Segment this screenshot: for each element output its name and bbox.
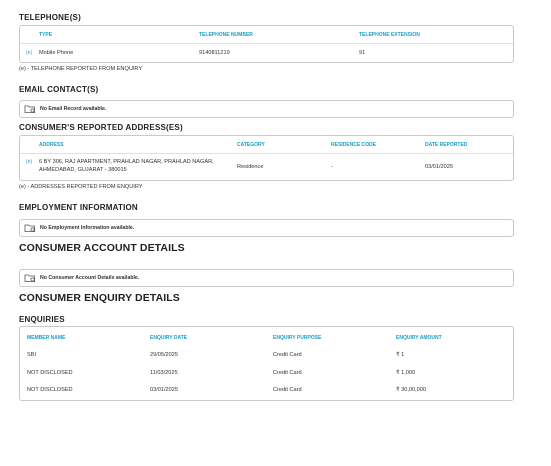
enquiry-amount: ₹ 1 [396, 352, 405, 358]
header-divider [20, 153, 513, 154]
email-empty-card: No Email Record available. [19, 100, 514, 118]
employment-empty-card: No Employment Information available. [19, 219, 514, 237]
addresses-card: ADDRESS CATEGORY RESIDENCE CODE DATE REP… [19, 135, 514, 181]
accounts-title: CONSUMER ACCOUNT DETAILS [19, 242, 185, 254]
email-title: EMAIL CONTACT(S) [19, 85, 99, 94]
enquiry-purpose: Credit Card [273, 370, 302, 376]
header-divider [20, 43, 513, 44]
enquiry-badge: (e) [26, 159, 33, 165]
telephone-number: 9140811219 [199, 50, 230, 56]
col-enquiry-amount: ENQUIRY AMOUNT [396, 335, 442, 341]
enquiry-date: 03/01/2025 [150, 387, 178, 393]
addresses-title: CONSUMER'S REPORTED ADDRESS(ES) [19, 123, 183, 132]
col-date-reported: DATE REPORTED [425, 142, 468, 148]
enquiry-member: NOT DISCLOSED [27, 387, 73, 393]
telephones-title: TELEPHONE(S) [19, 13, 81, 22]
col-residence-code: RESIDENCE CODE [331, 142, 377, 148]
address-text: 6 BY 306, RAJ APARTMENT, PRAHLAD NAGAR, … [39, 159, 214, 173]
employment-empty-text: No Employment Information available. [40, 225, 135, 231]
folder-search-icon [24, 274, 36, 283]
accounts-empty-card: No Consumer Account Details available. [19, 269, 514, 287]
address-residence-code: - [331, 164, 333, 170]
col-telephone-extension: TELEPHONE EXTENSION [359, 32, 420, 38]
enquiry-amount: ₹ 1,000 [396, 370, 416, 376]
folder-search-icon [24, 105, 36, 114]
col-type: TYPE [39, 32, 53, 38]
col-enquiry-date: ENQUIRY DATE [150, 335, 188, 341]
enquiry-member: SBI [27, 352, 37, 358]
enquiry-purpose: Credit Card [273, 352, 302, 358]
col-telephone-number: TELEPHONE NUMBER [199, 32, 253, 38]
enquiry-member: NOT DISCLOSED [27, 370, 73, 376]
telephone-extension: 91 [359, 50, 366, 56]
col-address: ADDRESS [39, 142, 64, 148]
enquiry-date: 11/03/2025 [150, 370, 178, 376]
employment-title: EMPLOYMENT INFORMATION [19, 203, 138, 212]
col-enquiry-purpose: ENQUIRY PURPOSE [273, 335, 322, 341]
col-category: CATEGORY [237, 142, 265, 148]
enquiry-badge: (e) [26, 50, 33, 56]
folder-search-icon [24, 224, 36, 233]
enquiry-amount: ₹ 30,00,000 [396, 387, 426, 393]
telephones-card: TYPE TELEPHONE NUMBER TELEPHONE EXTENSIO… [19, 25, 514, 63]
col-member-name: MEMBER NAME [27, 335, 66, 341]
email-empty-text: No Email Record available. [40, 106, 107, 112]
address-category: Residence [237, 164, 264, 170]
enquiry-title: CONSUMER ENQUIRY DETAILS [19, 292, 180, 304]
address-date-reported: 03/01/2025 [425, 164, 453, 170]
enquiry-date: 29/05/2025 [150, 352, 178, 358]
telephone-type: Mobile Phone [39, 50, 74, 56]
enquiry-purpose: Credit Card [273, 387, 302, 393]
enquiries-subtitle: ENQUIRIES [19, 315, 65, 324]
telephones-note: (e) - TELEPHONE REPORTED FROM ENQUIRY [19, 66, 143, 72]
enquiries-card: MEMBER NAME ENQUIRY DATE ENQUIRY PURPOSE… [19, 326, 514, 401]
addresses-note: (e) - ADDRESSES REPORTED FROM ENQUIRY [19, 184, 143, 190]
accounts-empty-text: No Consumer Account Details available. [40, 275, 140, 281]
